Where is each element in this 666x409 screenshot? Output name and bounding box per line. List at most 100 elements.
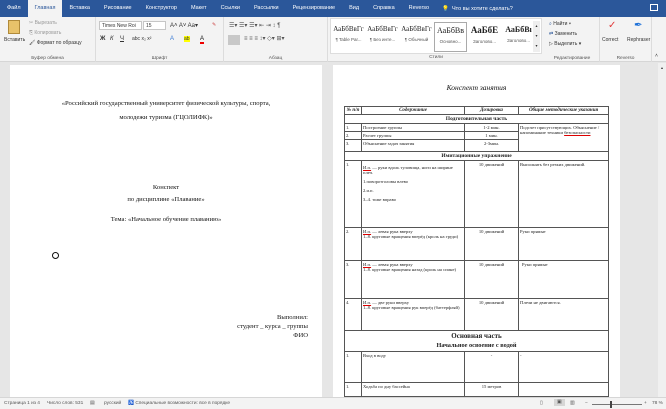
cell: Выполнять без резких движений. (518, 160, 609, 228)
language[interactable]: русский (104, 401, 121, 406)
tab-review[interactable]: Рецензирование (286, 0, 342, 17)
cut-label: Вырезать (34, 20, 57, 26)
read-mode-icon[interactable]: ▯ (540, 401, 543, 406)
zoom-slider[interactable] (592, 401, 642, 408)
word-count[interactable]: Число слов: 531 (47, 401, 83, 406)
grow-font-button[interactable]: A˄ A˅ Aa▾ (170, 22, 198, 29)
proofing-icon[interactable]: ▤ (90, 401, 95, 406)
rephraser-button[interactable]: Rephraser (627, 37, 650, 43)
table-header: № п/п Содержание Дозировка Общие методич… (344, 106, 609, 115)
styles-scroll[interactable]: ▴ ▾ ▾ (533, 21, 540, 52)
cell: 15 метров (464, 382, 519, 397)
lesson-title: Конспект занятия (446, 83, 507, 92)
cell: 1. (344, 351, 362, 383)
cell: Объяснение задач занятия (361, 139, 465, 152)
tell-me-text: Что вы хотите сделать? (451, 5, 513, 12)
tab-reverso[interactable]: Reverso (402, 0, 436, 17)
cell: И.п. — две руки вверху 1–8. круговые вращ… (361, 298, 465, 331)
style-body[interactable]: АаБбВв Основно... (434, 22, 467, 52)
table-row: 1. Ходьба по дну бассейна 15 метров (344, 382, 609, 397)
table-row: 1. И.п. — руки вдоль туловища, ноги на ши… (344, 160, 609, 228)
tab-insert[interactable]: Вставка (62, 0, 96, 17)
scroll-up-icon[interactable]: ▴ (660, 65, 665, 70)
lightbulb-icon: 💡 (442, 5, 449, 12)
section-main-sub: Начальное освоение с водой (436, 342, 517, 349)
circle-marker-icon (52, 252, 59, 259)
cut-button[interactable]: ✂ Вырезать (29, 20, 57, 26)
exercise-line: 2.и.п. (363, 188, 374, 193)
strike-sub-super-buttons[interactable]: abc x₂ x² (132, 36, 151, 42)
cell: 2. (344, 131, 362, 140)
italic-button[interactable]: К (110, 36, 114, 42)
exercise-text: — руки вдоль туловища, ноги на ширине пл… (363, 165, 453, 175)
zoom-out-button[interactable]: − (585, 401, 588, 406)
select-button[interactable]: ▷ Выделить ▾ (549, 41, 581, 47)
cell: 1 мин. (464, 131, 519, 140)
tab-references[interactable]: Ссылки (214, 0, 247, 17)
styles-gallery: АаБбВвГг ¶ Table Par... АаБбВвГг ¶ Без инт… (330, 18, 542, 54)
zoom-slider-thumb[interactable] (609, 401, 612, 408)
lesson-table: № п/п Содержание Дозировка Общие методич… (344, 106, 609, 397)
paste-button[interactable]: Вставить (4, 37, 25, 43)
tab-file[interactable]: Файл (0, 0, 28, 17)
header-content: Содержание (361, 106, 465, 115)
cell: И.п. — левая рука вверху 1–8. круговые вр… (361, 227, 465, 261)
zoom-in-button[interactable]: + (644, 401, 647, 406)
table-row: 3. И.п. — левая рука вверху 1–8. круговые … (344, 260, 609, 299)
comments-icon[interactable] (650, 4, 658, 11)
print-layout-icon[interactable]: ▣ (554, 399, 565, 406)
highlight-icon[interactable]: ab (184, 36, 190, 42)
find-label: Найти (553, 21, 568, 27)
underline-button[interactable]: Ч (120, 36, 124, 42)
clipboard-label: Буфер обмена (31, 56, 64, 61)
text-effects-icon[interactable]: A (170, 36, 174, 42)
accessibility-status[interactable]: ♿ Специальные возможности: все в порядке (128, 401, 230, 406)
exercise-line: 1–8. круговые вращения рук вперёд (батте… (363, 305, 460, 310)
cell: И.п. — левая рука вверху 1–8. круговые вр… (361, 260, 465, 299)
correct-icon[interactable]: ✓ (608, 20, 616, 31)
tab-home[interactable]: Главная (27, 0, 63, 17)
zoom-level[interactable]: 78 % (652, 401, 663, 406)
vertical-scrollbar[interactable]: ▴ (658, 63, 666, 397)
style-sample: АаБбВвГг (401, 25, 432, 33)
left-page: «Российский государственный университет … (10, 65, 322, 397)
ribbon: Вставить ✂ Вырезать ⎘ Копировать 🖌 Форма… (0, 17, 666, 62)
align-buttons[interactable]: ≡ ≡ ≡ ↕▾ ◇▾ ⊞▾ (244, 35, 285, 42)
correct-button[interactable]: Correct (602, 37, 618, 43)
font-size-select[interactable]: 15 (143, 21, 166, 30)
section-imitation: Имитационные упражнение (344, 151, 609, 161)
tell-me-search[interactable]: 💡 Что вы хотите сделать? (442, 6, 513, 12)
tab-help[interactable]: Справка (366, 0, 402, 17)
paragraph-label: Абзац (268, 56, 283, 61)
style-name: ¶ Без инте... (369, 37, 396, 42)
cell: Вход в воду (361, 351, 465, 383)
style-heading1[interactable]: АаБбЕ Заголово... (468, 22, 501, 52)
format-painter-button[interactable]: 🖌 Формат по образцу (29, 40, 82, 46)
replace-button[interactable]: ⇄ Заменить (549, 31, 577, 37)
align-left-button[interactable] (228, 35, 240, 45)
page-count[interactable]: Страница 1 из 4 (4, 401, 40, 406)
find-button[interactable]: ⌕ Найти ▾ (549, 21, 571, 27)
collapse-ribbon-icon[interactable]: ˄ (655, 53, 658, 59)
font-name-select[interactable]: Times New Roi (99, 21, 142, 30)
clear-format-icon[interactable]: ✎ (212, 22, 216, 28)
bold-button[interactable]: Ж (100, 36, 105, 42)
tab-design[interactable]: Конструктор (139, 0, 184, 17)
exercise-line: 1.поворотголовы влево (363, 179, 409, 184)
style-table-par[interactable]: АаБбВвГг ¶ Table Par... (332, 22, 365, 52)
web-layout-icon[interactable]: ▥ (570, 401, 575, 406)
style-sample: АаБбВвГг (333, 25, 364, 33)
font-color-icon[interactable]: A (200, 36, 205, 44)
tab-draw[interactable]: Рисование (97, 0, 139, 17)
tab-layout[interactable]: Макет (184, 0, 214, 17)
style-heading2[interactable]: АаБбВı Заголово... (502, 22, 535, 52)
copy-button[interactable]: ⎘ Копировать (29, 30, 61, 36)
paragraph-group: ☰▾ ☰▾ ☰▾ ⇤ ⇥ ↕ ¶ ≡ ≡ ≡ ↕▾ ◇▾ ⊞▾ Абзац (224, 17, 328, 62)
tab-view[interactable]: Вид (342, 0, 366, 17)
style-normal[interactable]: АаБбВвГг ¶ Обычный (400, 22, 433, 52)
tab-mailings[interactable]: Рассылки (247, 0, 286, 17)
list-buttons[interactable]: ☰▾ ☰▾ ☰▾ ⇤ ⇥ ↕ ¶ (229, 22, 280, 29)
cell: 10 движений (464, 298, 519, 331)
style-no-spacing[interactable]: АаБбВвГг ¶ Без инте... (366, 22, 399, 52)
rephraser-icon[interactable]: ✒ (634, 20, 642, 31)
